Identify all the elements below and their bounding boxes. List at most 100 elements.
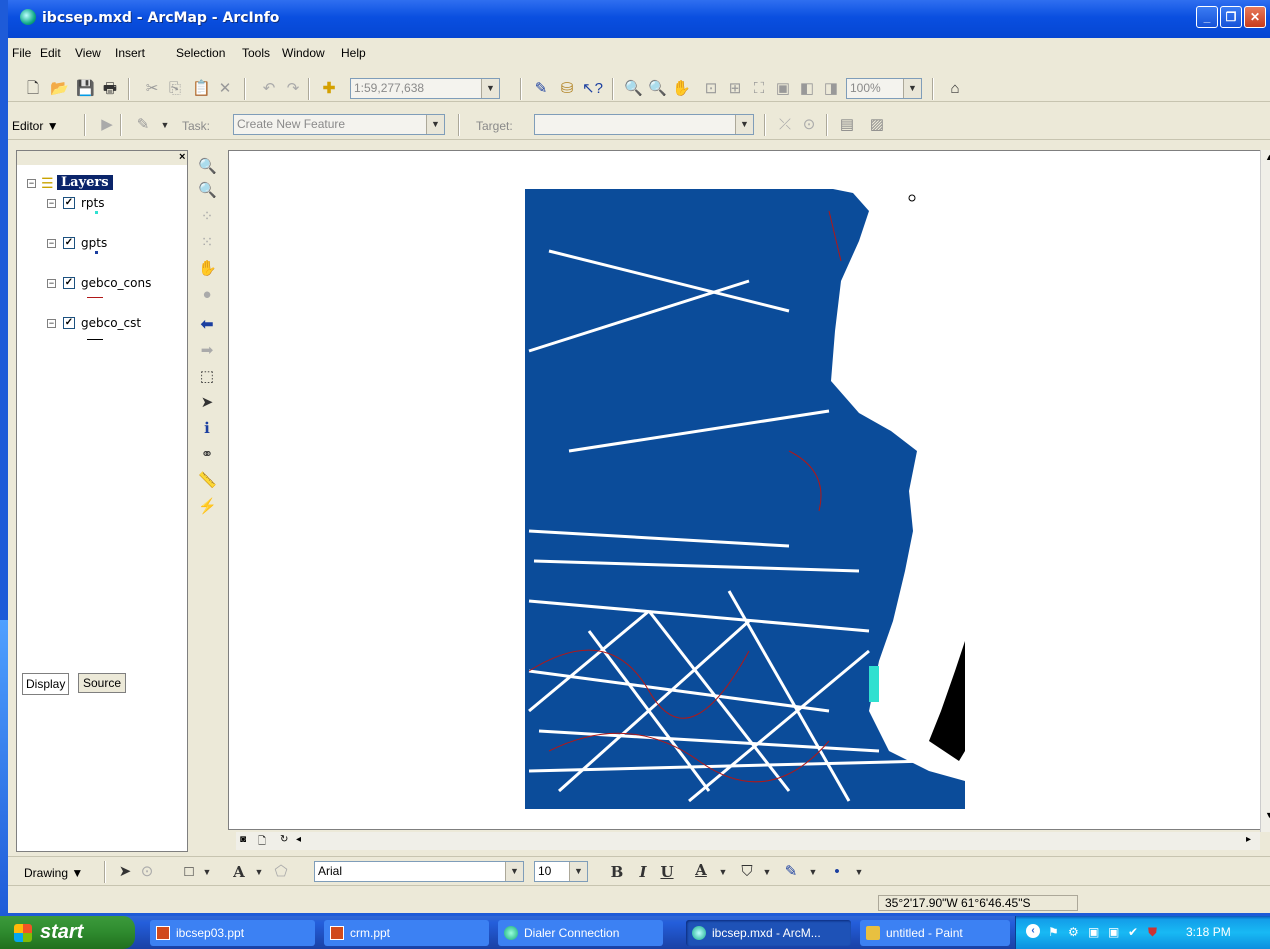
map-display[interactable] [228,150,1262,830]
chevron-down-icon[interactable]: ▼ [714,863,732,881]
layer-name[interactable]: gebco_cst [81,316,141,330]
chevron-down-icon[interactable]: ▼ [505,862,523,881]
zoom-out-icon[interactable]: 🔍 [198,182,217,200]
vertical-scrollbar[interactable]: ▲ ▼ [1260,150,1270,832]
target-combo[interactable]: ▼ [534,114,754,135]
zoom-combo[interactable]: 100% ▼ [846,78,922,99]
layer-name[interactable]: rpts [81,196,105,210]
tray-network-icon[interactable]: ⚑ [1048,925,1059,939]
rectangle-icon[interactable]: □ [180,863,198,881]
refresh-icon[interactable]: ↻ [280,834,288,845]
bold-button[interactable]: B [608,863,626,881]
measure-icon[interactable]: 📏 [198,472,217,490]
tab-source[interactable]: Source [78,673,127,693]
arccatalog-icon[interactable]: ⛁ [558,80,576,98]
layer-visibility-checkbox[interactable]: ✓ [63,197,75,209]
minimize-button[interactable]: _ [1196,6,1218,28]
tray-antivirus-icon[interactable]: ⛊ [1148,925,1157,940]
map-canvas[interactable] [229,151,1262,830]
scroll-right-icon[interactable]: ▸ [1246,834,1251,845]
scroll-down-icon[interactable]: ▼ [1265,810,1270,820]
edit-vertices-icon[interactable]: ⬠ [272,863,290,881]
undo-icon[interactable]: ↶ [260,80,278,98]
menu-help[interactable]: Help [341,46,366,60]
back-arrow-icon[interactable]: ⬅ [198,316,216,334]
chevron-down-icon[interactable]: ▼ [758,863,776,881]
layer-visibility-checkbox[interactable]: ✓ [63,277,75,289]
sketch-tool-icon[interactable]: ✎ [134,116,152,134]
new-document-icon[interactable]: 🗋 [24,80,42,98]
attributes-icon[interactable]: ▤ [838,116,856,134]
taskbar-item-arcmap[interactable]: ibcsep.mxd - ArcM... [686,920,851,946]
underline-button[interactable]: U [658,863,676,881]
cut-icon[interactable]: ✂ [143,80,161,98]
close-icon[interactable]: × [179,151,185,163]
taskbar-item-dialer[interactable]: Dialer Connection [498,920,663,946]
sketch-properties-icon[interactable]: ▨ [868,116,886,134]
chevron-down-icon[interactable]: ▼ [250,863,268,881]
zoom-in-icon[interactable]: 🔍 [198,158,217,176]
data-view-icon[interactable]: ◙ [240,834,246,845]
copy-icon[interactable]: ⎘ [166,80,184,98]
task-combo[interactable]: Create New Feature ▼ [233,114,445,135]
zoom-to-extent-icon[interactable]: ⛶ [750,80,768,98]
pan-layout-icon[interactable]: ✋ [672,80,691,98]
tray-update-icon[interactable]: ⚙ [1068,925,1079,939]
layout-icon[interactable]: ▣ [774,80,792,98]
font-color-button[interactable]: A [692,861,710,879]
layer-visibility-checkbox[interactable]: ✓ [63,317,75,329]
redo-icon[interactable]: ↷ [284,80,302,98]
taskbar-item-ibcsep03[interactable]: ibcsep03.ppt [150,920,315,946]
close-button[interactable]: ✕ [1244,6,1266,28]
tab-display[interactable]: Display [22,673,70,695]
scroll-up-icon[interactable]: ▲ [1265,152,1270,162]
whats-this-icon[interactable]: ↖? [582,80,603,98]
menu-insert[interactable]: Insert [115,46,145,60]
forward-extent-icon[interactable]: ◨ [822,80,840,98]
font-combo[interactable]: Arial ▼ [314,861,524,882]
collapse-layers-icon[interactable]: − [27,179,36,188]
open-folder-icon[interactable]: 📂 [50,80,69,98]
italic-button[interactable]: I [634,863,652,881]
pan-icon[interactable]: ✋ [198,260,217,278]
editor-menu-button[interactable]: Editor ▼ [12,119,59,133]
menu-view[interactable]: View [75,46,101,60]
layout-view-icon[interactable]: 🗋 [258,834,266,851]
split-tool-icon[interactable]: ⤫ [776,116,794,134]
menu-window[interactable]: Window [282,46,325,60]
collapse-icon[interactable]: − [47,279,56,288]
delete-icon[interactable]: ✕ [216,80,234,98]
chevron-down-icon[interactable]: ▼ [156,116,174,134]
layers-root[interactable]: Layers [57,175,113,190]
collapse-icon[interactable]: − [47,199,56,208]
zoom-100-icon[interactable]: ⊞ [726,80,744,98]
chevron-down-icon[interactable]: ▼ [569,862,587,881]
save-icon[interactable]: 💾 [76,80,95,98]
full-extent-icon[interactable]: ● [198,286,216,304]
hyperlink-icon[interactable]: ⚡ [198,498,217,516]
chevron-down-icon[interactable]: ▼ [735,115,753,134]
zoom-whole-page-icon[interactable]: ⊡ [702,80,720,98]
layer-name[interactable]: gebco_cons [81,276,151,290]
layout-toolbar-icon[interactable]: ⌂ [946,80,964,98]
restore-button[interactable]: ❐ [1220,6,1242,28]
zoom-out-fixed-icon[interactable]: 🔍 [648,80,667,98]
tray-volume-icon[interactable]: ✔ [1128,925,1138,939]
font-size-combo[interactable]: 10 ▼ [534,861,588,882]
collapse-icon[interactable]: − [47,239,56,248]
forward-arrow-icon[interactable]: ➡ [198,342,216,360]
add-data-icon[interactable]: ✚ [320,80,338,98]
marker-color-icon[interactable]: • [828,863,846,881]
tray-connection2-icon[interactable]: ▣ [1108,925,1119,939]
rotate-icon[interactable]: ⊙ [138,863,156,881]
chevron-down-icon[interactable]: ▼ [198,863,216,881]
start-button[interactable]: start [0,916,135,949]
select-elements-icon[interactable]: ➤ [198,394,216,412]
taskbar-item-crm[interactable]: crm.ppt [324,920,489,946]
chevron-down-icon[interactable]: ▼ [426,115,444,134]
layer-visibility-checkbox[interactable]: ✓ [63,237,75,249]
taskbar-item-paint[interactable]: untitled - Paint [860,920,1010,946]
scroll-left-icon[interactable]: ◂ [296,834,301,845]
show-hidden-icons-icon[interactable]: ‹ [1026,924,1040,938]
back-extent-icon[interactable]: ◧ [798,80,816,98]
